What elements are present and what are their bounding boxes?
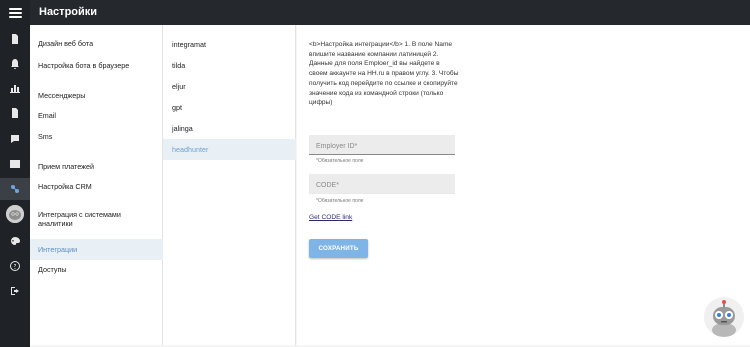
integrations-list: integramat tilda eljur gpt jalinga headh… <box>163 25 296 345</box>
code-field[interactable] <box>309 174 455 195</box>
nav-appearance[interactable] <box>0 230 30 252</box>
settings-item-sms[interactable]: Sms <box>30 132 163 144</box>
help-icon <box>10 261 20 271</box>
employer-id-input[interactable] <box>309 137 455 156</box>
nav-statistics[interactable] <box>0 77 30 99</box>
nav-logout[interactable] <box>0 280 30 302</box>
employer-id-hint: *Обязательное поле <box>316 158 364 164</box>
nav-files[interactable] <box>0 102 30 124</box>
integration-item-headhunter[interactable]: headhunter <box>163 139 296 160</box>
settings-item-email[interactable]: Email <box>30 111 163 123</box>
code-hint: *Обязательное поле <box>316 198 364 204</box>
file-icon <box>12 108 18 118</box>
settings-menu: Дизайн веб бота Настройка бота в браузер… <box>30 25 163 345</box>
palette-icon <box>11 237 20 245</box>
get-code-link[interactable]: Get CODE link <box>309 214 352 221</box>
avatar[interactable] <box>6 205 24 223</box>
settings-item-integrations[interactable]: Интеграции <box>30 239 163 260</box>
nav-chats[interactable] <box>0 128 30 150</box>
nav-notifications[interactable] <box>0 53 30 75</box>
assistant-bot-button[interactable] <box>704 297 744 337</box>
integration-description: <b>Настройка интеграции</b> 1. В поле Na… <box>309 41 459 107</box>
menu-button[interactable] <box>0 0 30 25</box>
settings-item-messengers[interactable]: Мессенджеры <box>30 91 163 103</box>
settings-item-browser-bot[interactable]: Настройка бота в браузере <box>30 61 163 73</box>
page-title: Настройки <box>30 0 750 25</box>
integration-form: <b>Настройка интеграции</b> 1. В поле Na… <box>297 25 750 345</box>
integration-item-tilda[interactable]: tilda <box>163 55 296 76</box>
integrations-icon <box>11 185 19 193</box>
chat-icon <box>11 135 19 143</box>
menu-icon <box>8 7 22 18</box>
integration-item-jalinga[interactable]: jalinga <box>163 118 296 139</box>
save-button[interactable]: СОХРАНИТЬ <box>309 239 368 258</box>
nav-table[interactable] <box>0 153 30 175</box>
integration-item-eljur[interactable]: eljur <box>163 76 296 97</box>
robot-icon <box>704 297 744 337</box>
table-icon <box>10 160 20 168</box>
nav-integrations[interactable] <box>0 178 30 200</box>
integration-item-gpt[interactable]: gpt <box>163 97 296 118</box>
settings-item-access[interactable]: Доступы <box>30 265 163 277</box>
settings-item-payments[interactable]: Прием платежей <box>30 162 163 174</box>
bell-icon <box>11 59 19 69</box>
settings-item-crm[interactable]: Настройка CRM <box>30 182 163 194</box>
document-icon <box>12 34 18 44</box>
settings-item-bot-design[interactable]: Дизайн веб бота <box>30 39 163 51</box>
nav-help[interactable] <box>0 255 30 277</box>
employer-id-field[interactable] <box>309 135 455 156</box>
robot-avatar-icon <box>6 205 24 223</box>
code-input[interactable] <box>309 176 455 195</box>
settings-item-analytics[interactable]: Интеграция с системами аналитики <box>30 210 163 232</box>
icon-rail <box>0 0 30 347</box>
nav-document[interactable] <box>0 28 30 50</box>
integration-item-integramat[interactable]: integramat <box>163 34 296 55</box>
logout-icon <box>11 287 19 295</box>
bar-chart-icon <box>10 85 20 93</box>
